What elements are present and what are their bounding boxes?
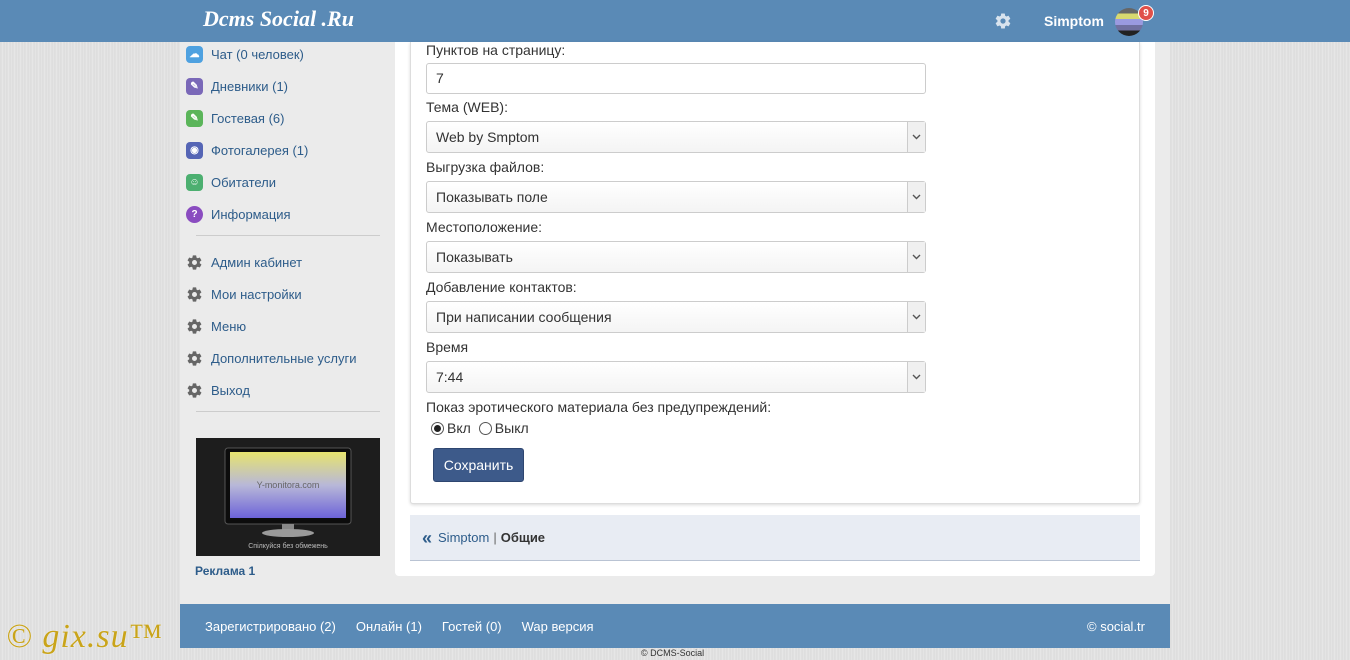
upload-label: Выгрузка файлов: (426, 159, 545, 175)
gear-icon (187, 318, 202, 334)
top-bar: Dcms Social .Ru Simptom 9 (0, 0, 1350, 42)
breadcrumb: « Simptom | Общие (410, 515, 1140, 561)
sidebar-item-label: Выход (211, 382, 250, 398)
sidebar-item-label: Обитатели (211, 174, 277, 190)
users-icon: ☺ (186, 173, 203, 191)
location-select[interactable]: Показывать (426, 241, 926, 273)
sidebar-item-label: Дневники (1) (211, 78, 289, 94)
radio-on[interactable] (431, 421, 444, 435)
contacts-select[interactable]: При написании сообщения (426, 301, 926, 333)
ad-tagline: Спілкуйся без обмежень (248, 542, 328, 550)
sidebar-item-menu[interactable]: Меню (186, 314, 246, 338)
sidebar-item-diaries[interactable]: ✎ Дневники (1) (186, 74, 288, 98)
sidebar-item-label: Чат (0 человек) (211, 46, 304, 62)
sidebar-item-my-settings[interactable]: Мои настройки (186, 282, 302, 306)
sidebar-item-label: Дополнительные услуги (211, 350, 357, 366)
chevron-down-icon (907, 182, 925, 212)
time-label: Время (426, 339, 469, 355)
ad-site-text: Y-monitora.com (257, 480, 320, 490)
breadcrumb-separator: | (493, 530, 497, 545)
contacts-select-value: При написании сообщения (436, 309, 612, 325)
theme-select-value: Web by Smptom (436, 129, 540, 145)
main-content: Пунктов на страницу: 7 Тема (WEB): Web b… (395, 42, 1155, 576)
breadcrumb-user-link[interactable]: Simptom (438, 530, 489, 545)
footer-copyright[interactable]: © social.tr (1087, 619, 1145, 634)
location-select-value: Показывать (436, 249, 513, 265)
sidebar-item-chat[interactable]: ☁ Чат (0 человек) (186, 42, 304, 66)
chevron-down-icon (907, 242, 925, 272)
ad-label-link[interactable]: Реклама 1 (195, 564, 255, 578)
upload-select[interactable]: Показывать поле (426, 181, 926, 213)
theme-select[interactable]: Web by Smptom (426, 121, 926, 153)
monitor-ad-image: Y-monitora.com Спілкуйся без обмежень (196, 438, 380, 556)
username-link[interactable]: Simptom (1044, 13, 1104, 29)
radio-on-label[interactable]: Вкл (447, 420, 471, 436)
sidebar-item-guestbook[interactable]: ✎ Гостевая (6) (186, 106, 284, 130)
sidebar-item-photogallery[interactable]: ◉ Фотогалерея (1) (186, 138, 308, 162)
erotic-radio-group: Вкл Выкл (431, 420, 529, 436)
sidebar-item-label: Фотогалерея (1) (211, 142, 309, 158)
ad-banner[interactable]: Y-monitora.com Спілкуйся без обмежень (196, 438, 380, 556)
settings-gear-icon[interactable] (994, 12, 1012, 30)
watermark: © gix.su™ (6, 618, 163, 655)
sidebar-item-label: Информация (211, 206, 291, 222)
page-wrapper: ☁ Чат (0 человек) ✎ Дневники (1) ✎ Госте… (180, 42, 1170, 604)
footer: Зарегистрировано (2) Онлайн (1) Гостей (… (180, 604, 1170, 648)
gear-icon (187, 350, 202, 366)
diary-icon: ✎ (186, 77, 203, 95)
settings-form: Пунктов на страницу: 7 Тема (WEB): Web b… (410, 42, 1140, 504)
gear-icon (187, 286, 202, 302)
help-icon: ? (186, 205, 203, 223)
guestbook-icon: ✎ (186, 109, 203, 127)
chat-icon: ☁ (186, 45, 203, 63)
footer-online-link[interactable]: Онлайн (1) (356, 619, 422, 634)
bottom-copyright: © DCMS-Social (641, 648, 705, 658)
sidebar-item-logout[interactable]: Выход (186, 378, 250, 402)
sidebar: ☁ Чат (0 человек) ✎ Дневники (1) ✎ Госте… (180, 42, 395, 604)
erotic-label: Показ эротического материала без предупр… (426, 399, 772, 415)
sidebar-item-label: Гостевая (6) (211, 110, 285, 126)
sidebar-item-admin[interactable]: Админ кабинет (186, 250, 302, 274)
sidebar-item-label: Мои настройки (211, 286, 302, 302)
sidebar-item-users[interactable]: ☺ Обитатели (186, 170, 276, 194)
location-label: Местоположение: (426, 219, 543, 235)
chevron-down-icon (907, 122, 925, 152)
gear-icon (187, 382, 202, 398)
sidebar-item-extra-services[interactable]: Дополнительные услуги (186, 346, 356, 370)
contacts-label: Добавление контактов: (426, 279, 577, 295)
chevron-down-icon (907, 362, 925, 392)
sidebar-divider (196, 411, 380, 412)
footer-guests-link[interactable]: Гостей (0) (442, 619, 502, 634)
footer-registered-link[interactable]: Зарегистрировано (2) (205, 619, 336, 634)
site-logo[interactable]: Dcms Social .Ru (203, 6, 354, 32)
radio-off-label[interactable]: Выкл (495, 420, 529, 436)
breadcrumb-current: Общие (500, 530, 546, 545)
sidebar-divider (196, 235, 380, 236)
notification-badge[interactable]: 9 (1138, 5, 1154, 21)
sidebar-item-label: Админ кабинет (211, 254, 303, 270)
gear-icon (187, 254, 202, 270)
sidebar-item-info[interactable]: ? Информация (186, 202, 291, 226)
upload-select-value: Показывать поле (436, 189, 548, 205)
time-select[interactable]: 7:44 (426, 361, 926, 393)
camera-icon: ◉ (186, 141, 203, 159)
sidebar-item-label: Меню (211, 318, 247, 334)
chevron-down-icon (907, 302, 925, 332)
save-button[interactable]: Сохранить (433, 448, 524, 482)
per-page-label: Пунктов на страницу: (426, 42, 566, 58)
theme-label: Тема (WEB): (426, 99, 508, 115)
footer-wap-link[interactable]: Wap версия (522, 619, 594, 634)
per-page-input[interactable]: 7 (426, 63, 926, 94)
radio-off[interactable] (478, 421, 492, 435)
time-select-value: 7:44 (436, 369, 464, 385)
back-arrow-icon[interactable]: « (422, 529, 432, 547)
